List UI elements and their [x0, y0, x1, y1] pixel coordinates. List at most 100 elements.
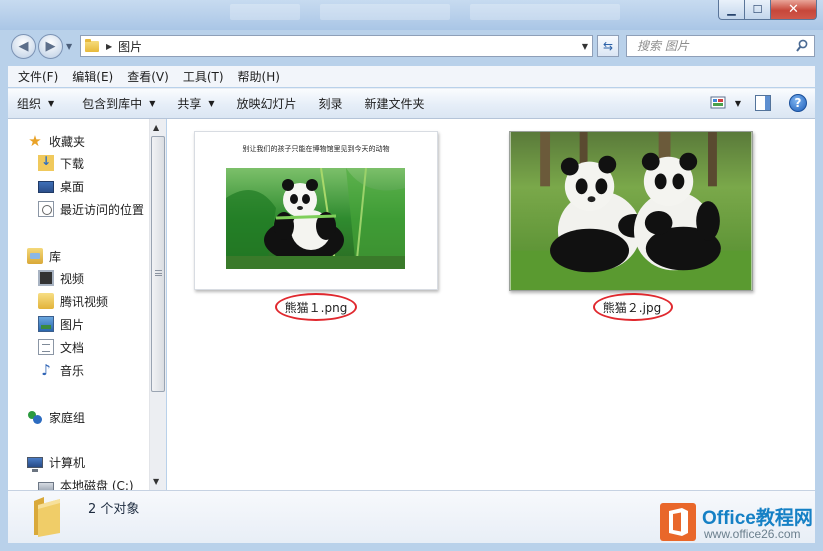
nav-music[interactable]: ♪ 音乐 [38, 360, 84, 380]
nav-local-disk-c[interactable]: 本地磁盘 (C:) [38, 475, 134, 490]
menu-bar: 文件(F) 编辑(E) 查看(V) 工具(T) 帮助(H) [8, 66, 815, 87]
nav-downloads[interactable]: 下载 [38, 153, 84, 173]
chevron-down-icon: ▼ [48, 99, 55, 108]
file-thumbnail[interactable]: 别让我们的孩子只能在博物馆里见到今天的动物 [194, 131, 438, 290]
nav-scrollbar[interactable]: ▲ ▼ [149, 119, 166, 490]
item-count: 2 个对象 [88, 502, 140, 517]
folder-icon [85, 38, 99, 52]
search-input[interactable] [627, 36, 787, 56]
computer-icon [27, 457, 43, 472]
burn-button[interactable]: 刻录 [308, 95, 354, 112]
address-history-dropdown[interactable]: ▼ [582, 42, 588, 51]
slideshow-label: 放映幻灯片 [236, 97, 297, 111]
back-button[interactable]: ◀ [11, 34, 36, 59]
scroll-up-icon[interactable]: ▲ [153, 123, 159, 132]
organize-label: 组织 [17, 97, 42, 111]
downloads-folder-icon [38, 154, 54, 171]
nav-homegroup[interactable]: 家庭组 [27, 407, 85, 427]
star-icon: ★ [28, 132, 42, 150]
library-icon [27, 248, 43, 264]
music-note-icon: ♪ [41, 361, 51, 379]
organize-button[interactable]: 组织 ▼ [8, 95, 65, 112]
breadcrumb-current[interactable]: 图片 [118, 38, 142, 55]
videos-library-icon [38, 270, 54, 286]
blurred-title-area [320, 4, 450, 20]
refresh-button[interactable]: ⇆ [597, 35, 619, 57]
maximize-icon: ☐ [752, 3, 763, 16]
address-bar[interactable]: ▶ 图片 ▼ [80, 35, 593, 57]
command-bar: 组织 ▼ 包含到库中 ▼ 共享 ▼ 放映幻灯片 刻录 新建文件夹 ▼ ? [8, 88, 815, 119]
forward-arrow-icon: ▶ [45, 39, 56, 54]
close-button[interactable]: ✕ [771, 0, 817, 20]
nav-tencent-video[interactable]: 腾讯视频 [38, 291, 108, 311]
chevron-down-icon: ▼ [208, 99, 215, 108]
search-icon[interactable] [796, 39, 808, 53]
nav-pictures[interactable]: 图片 [38, 314, 84, 334]
nav-computer-label: 计算机 [49, 455, 86, 470]
scroll-down-icon[interactable]: ▼ [153, 477, 159, 486]
breadcrumb-arrow-icon[interactable]: ▶ [106, 42, 112, 51]
share-button[interactable]: 共享 ▼ [166, 95, 225, 112]
folder-icon [34, 497, 60, 537]
navigation-pane: ★ 收藏夹 下载 桌面 最近访问的位置 库 视频 腾讯视频 图片 文档 ♪ 音乐 家… [8, 119, 149, 490]
address-row: ◀ ▶ ▼ ▶ 图片 ▼ ⇆ [0, 30, 823, 62]
blurred-title-area [230, 4, 300, 20]
maximize-button[interactable]: ☐ [745, 0, 771, 20]
nav-desktop[interactable]: 桌面 [38, 176, 84, 196]
include-in-library-button[interactable]: 包含到库中 ▼ [71, 95, 166, 112]
hard-drive-icon [38, 482, 54, 490]
chevron-down-icon: ▼ [149, 99, 156, 108]
share-label: 共享 [177, 97, 202, 111]
forward-button[interactable]: ▶ [38, 34, 63, 59]
nav-pictures-label: 图片 [60, 317, 85, 332]
close-icon: ✕ [788, 2, 799, 17]
menu-file[interactable]: 文件(F) [11, 68, 65, 85]
nav-libraries[interactable]: 库 [27, 246, 61, 266]
nav-libraries-label: 库 [49, 249, 62, 264]
nav-recent-places[interactable]: 最近访问的位置 [38, 199, 144, 219]
documents-library-icon [38, 339, 54, 355]
nav-music-label: 音乐 [60, 363, 85, 378]
panda-photo [226, 168, 405, 269]
nav-videos-label: 视频 [60, 271, 85, 286]
search-box[interactable] [626, 35, 815, 57]
menu-help[interactable]: 帮助(H) [231, 68, 287, 85]
recent-pages-dropdown[interactable]: ▼ [66, 42, 72, 51]
nav-favorites-label: 收藏夹 [49, 134, 86, 149]
slideshow-button[interactable]: 放映幻灯片 [226, 95, 308, 112]
nav-local-disk-label: 本地磁盘 (C:) [60, 478, 134, 491]
menu-edit[interactable]: 编辑(E) [65, 68, 120, 85]
nav-videos[interactable]: 视频 [38, 268, 84, 288]
back-arrow-icon: ◀ [18, 39, 29, 54]
window-controls: ▁ ☐ ✕ [718, 0, 817, 20]
minimize-button[interactable]: ▁ [718, 0, 745, 20]
homegroup-icon [27, 409, 43, 425]
desktop-icon [38, 181, 54, 193]
nav-favorites[interactable]: ★ 收藏夹 [27, 131, 85, 151]
menu-view[interactable]: 查看(V) [120, 68, 176, 85]
help-icon[interactable]: ? [789, 94, 807, 112]
highlight-oval [593, 293, 673, 321]
office-logo-icon [660, 503, 696, 541]
minimize-icon: ▁ [727, 3, 736, 16]
menu-tools[interactable]: 工具(T) [176, 68, 231, 85]
recent-places-icon [38, 201, 54, 217]
new-folder-button[interactable]: 新建文件夹 [354, 95, 436, 112]
nav-tencent-label: 腾讯视频 [60, 294, 109, 309]
grip-icon [155, 270, 162, 276]
scroll-thumb[interactable] [151, 136, 165, 392]
thumbnail-caption: 别让我们的孩子只能在博物馆里见到今天的动物 [242, 145, 390, 153]
burn-label: 刻录 [318, 97, 343, 111]
nav-documents-label: 文档 [60, 340, 85, 355]
view-options-dropdown[interactable]: ▼ [735, 99, 741, 108]
change-view-icon[interactable] [710, 95, 728, 111]
panda-photo-thumbnail[interactable] [509, 131, 753, 291]
nav-computer[interactable]: 计算机 [27, 452, 85, 472]
watermark-url: www.office26.com [704, 527, 801, 541]
title-bar: ▁ ☐ ✕ [0, 0, 823, 30]
preview-pane-icon[interactable] [755, 95, 771, 111]
refresh-icon: ⇆ [602, 39, 614, 53]
blurred-title-area [470, 4, 620, 20]
nav-homegroup-label: 家庭组 [49, 410, 86, 425]
nav-documents[interactable]: 文档 [38, 337, 84, 357]
